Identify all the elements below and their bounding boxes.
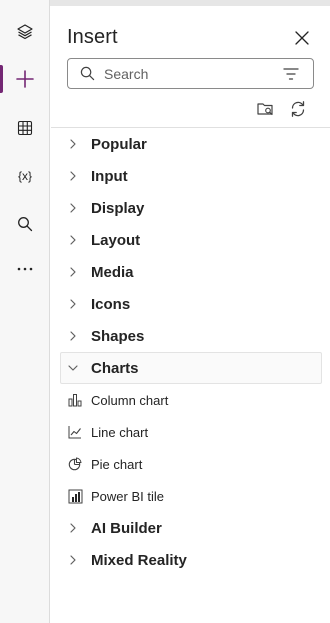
item-column-chart[interactable]: Column chart bbox=[51, 384, 330, 416]
variables-button[interactable]: {x} bbox=[0, 158, 50, 194]
chevron-right-icon bbox=[67, 298, 79, 310]
search-icon bbox=[18, 217, 33, 232]
chevron-right-icon bbox=[67, 554, 79, 566]
search-icon bbox=[80, 66, 96, 82]
tree-view-button[interactable] bbox=[0, 14, 50, 50]
line-chart-icon bbox=[67, 424, 83, 440]
category-label: Display bbox=[91, 199, 145, 217]
variables-icon: {x} bbox=[18, 169, 32, 183]
search-input[interactable] bbox=[104, 65, 264, 82]
category-charts[interactable]: Charts bbox=[60, 352, 322, 384]
category-label: Mixed Reality bbox=[91, 551, 187, 569]
pie-chart-icon bbox=[67, 456, 83, 472]
category-label: Popular bbox=[91, 135, 147, 153]
category-label: Shapes bbox=[91, 327, 145, 345]
category-input[interactable]: Input bbox=[51, 160, 330, 192]
item-label: Pie chart bbox=[91, 456, 143, 472]
refresh-icon bbox=[291, 101, 305, 117]
chevron-right-icon bbox=[67, 266, 79, 278]
item-line-chart[interactable]: Line chart bbox=[51, 416, 330, 448]
data-button[interactable] bbox=[0, 110, 50, 146]
category-label: Input bbox=[91, 167, 128, 185]
chevron-right-icon bbox=[67, 330, 79, 342]
category-label: Charts bbox=[91, 359, 139, 377]
filter-icon bbox=[283, 68, 299, 80]
left-rail: {x} bbox=[0, 0, 50, 623]
filter-button[interactable] bbox=[283, 66, 299, 82]
chevron-right-icon bbox=[67, 202, 79, 214]
more-button[interactable] bbox=[0, 251, 50, 287]
search-box[interactable] bbox=[67, 58, 314, 89]
category-label: AI Builder bbox=[91, 519, 162, 537]
close-button[interactable] bbox=[291, 27, 313, 49]
chevron-right-icon bbox=[67, 522, 79, 534]
item-label: Power BI tile bbox=[91, 488, 164, 504]
item-pie-chart[interactable]: Pie chart bbox=[51, 448, 330, 480]
svg-text:{x}: {x} bbox=[18, 169, 32, 183]
category-mixed-reality[interactable]: Mixed Reality bbox=[51, 544, 330, 576]
power-bi-icon bbox=[67, 488, 83, 504]
close-icon bbox=[295, 31, 309, 45]
insert-button[interactable] bbox=[0, 61, 50, 97]
plus-icon bbox=[16, 70, 34, 88]
more-icon bbox=[17, 267, 33, 271]
category-display[interactable]: Display bbox=[51, 192, 330, 224]
category-popular[interactable]: Popular bbox=[51, 128, 330, 160]
table-icon bbox=[17, 120, 33, 136]
item-power-bi-tile[interactable]: Power BI tile bbox=[51, 480, 330, 512]
chevron-right-icon bbox=[67, 234, 79, 246]
category-label: Layout bbox=[91, 231, 141, 249]
category-shapes[interactable]: Shapes bbox=[51, 320, 330, 352]
category-label: Icons bbox=[91, 295, 131, 313]
browse-folder-button[interactable] bbox=[256, 99, 276, 119]
chevron-right-icon bbox=[67, 138, 79, 150]
panel-title: Insert bbox=[67, 26, 118, 48]
category-ai-builder[interactable]: AI Builder bbox=[51, 512, 330, 544]
category-list: Popular Input Display Layout Media Icons bbox=[51, 128, 330, 576]
category-media[interactable]: Media bbox=[51, 256, 330, 288]
category-icons[interactable]: Icons bbox=[51, 288, 330, 320]
app-window: {x} Insert Search Popular Input Display … bbox=[0, 0, 330, 623]
folder-search-icon bbox=[257, 103, 273, 116]
insert-panel: Insert Search Popular Input Display Layo… bbox=[51, 6, 330, 623]
category-label: Media bbox=[91, 263, 134, 281]
item-label: Column chart bbox=[91, 392, 169, 408]
layers-icon bbox=[17, 24, 33, 40]
search-rail-button[interactable] bbox=[0, 206, 50, 242]
chevron-right-icon bbox=[67, 170, 79, 182]
refresh-button[interactable] bbox=[288, 99, 308, 119]
category-layout[interactable]: Layout bbox=[51, 224, 330, 256]
item-label: Line chart bbox=[91, 424, 149, 440]
chevron-down-icon bbox=[67, 362, 79, 374]
column-chart-icon bbox=[67, 392, 83, 408]
